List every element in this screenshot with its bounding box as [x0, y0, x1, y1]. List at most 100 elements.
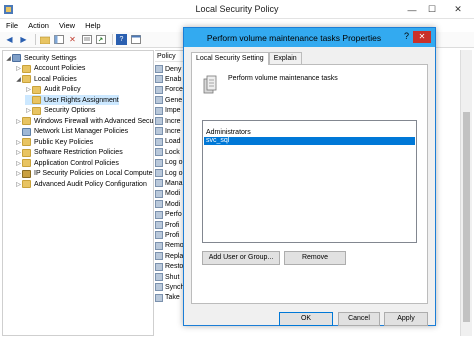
folder-icon — [22, 138, 31, 146]
policy-row[interactable]: Log o — [155, 168, 183, 178]
tree-item[interactable]: ▷ Windows Firewall with Advanced Secu — [15, 116, 153, 126]
tree-item[interactable]: ▷ Advanced Audit Policy Configuration — [15, 179, 147, 189]
tree-item[interactable]: ▷ Security Options — [25, 106, 95, 116]
tree-item[interactable]: ◢ Local Policies — [15, 74, 77, 84]
tree-expander-icon[interactable]: ▷ — [15, 139, 22, 146]
policy-row[interactable]: Remo — [155, 241, 183, 251]
tree-item-label: IP Security Policies on Local Compute — [34, 170, 153, 177]
policy-item-icon — [155, 106, 163, 115]
policy-row[interactable]: Deny — [155, 64, 183, 74]
tree-item-label: Advanced Audit Policy Configuration — [34, 180, 147, 188]
scrollbar-thumb[interactable] — [463, 112, 470, 322]
accounts-listbox[interactable]: Administrators svc_sql — [202, 120, 417, 243]
policy-row[interactable]: Log o — [155, 158, 183, 168]
tree-expander-icon[interactable]: ▷ — [25, 107, 32, 114]
tab-explain[interactable]: Explain — [268, 52, 302, 64]
policy-row[interactable]: Load — [155, 137, 183, 147]
policy-row-label: Lock — [165, 148, 180, 156]
cancel-button[interactable]: Cancel — [338, 312, 380, 326]
minimize-button[interactable]: — — [402, 0, 422, 19]
policy-row[interactable]: Impe — [155, 106, 183, 116]
tree-item[interactable]: Network List Manager Policies — [15, 127, 128, 137]
menu-view[interactable]: View — [59, 21, 75, 30]
menu-help[interactable]: Help — [85, 21, 100, 30]
forward-icon[interactable]: ▶ — [18, 34, 29, 45]
policy-row[interactable]: Modi — [155, 199, 183, 209]
policy-row[interactable]: Perfo — [155, 210, 183, 220]
menu-file[interactable]: File — [6, 21, 18, 30]
policy-row[interactable]: Synch — [155, 282, 183, 292]
policy-row[interactable]: Incre — [155, 116, 183, 126]
tree-item-label: Security Settings — [24, 54, 77, 62]
tree-item[interactable]: ▷ Application Control Policies — [15, 158, 119, 168]
delete-icon[interactable]: ✕ — [67, 34, 78, 45]
tree-expander-icon[interactable]: ▷ — [15, 65, 22, 72]
policy-row[interactable]: Profi — [155, 230, 183, 240]
list-item[interactable]: Administrators — [204, 129, 415, 137]
folder-icon — [22, 148, 31, 157]
policy-row[interactable]: Incre — [155, 126, 183, 136]
folder-icon — [22, 180, 31, 188]
dialog-help-button[interactable]: ? — [404, 31, 409, 41]
policy-row[interactable]: Shut — [155, 272, 183, 282]
policy-row[interactable]: Take — [155, 293, 183, 303]
tree-expander-icon[interactable]: ▷ — [15, 160, 22, 167]
tree-expander-icon[interactable]: ◢ — [15, 76, 22, 83]
add-user-or-group-button[interactable]: Add User or Group... — [202, 251, 280, 265]
export-icon[interactable] — [95, 34, 106, 45]
tree-item-label: Windows Firewall with Advanced Secu — [34, 117, 154, 125]
policy-row[interactable]: Resto — [155, 262, 183, 272]
policy-item-icon — [155, 117, 163, 125]
console-icon[interactable] — [130, 34, 141, 45]
tab-panel: Perform volume maintenance tasks Adminis… — [191, 64, 428, 304]
show-hide-tree-icon[interactable] — [53, 34, 64, 45]
tree-item[interactable]: User Rights Assignment — [25, 95, 119, 105]
tree-item[interactable]: ▷ Audit Policy — [25, 85, 81, 95]
policy-row-label: Shut — [165, 273, 180, 281]
policy-row[interactable]: Profi — [155, 220, 183, 230]
tree-expander-icon[interactable]: ▷ — [15, 149, 22, 156]
tree-item-label: Network List Manager Policies — [34, 128, 129, 135]
menu-action[interactable]: Action — [28, 21, 49, 30]
policy-row[interactable]: Lock — [155, 147, 183, 157]
toolbar-separator — [112, 34, 113, 45]
policy-row[interactable]: Force — [155, 85, 183, 95]
tree-expander-icon[interactable]: ▷ — [15, 170, 22, 177]
apply-button[interactable]: Apply — [384, 312, 428, 326]
tree-item[interactable]: ▷ Account Policies — [15, 64, 85, 74]
tree-expander-icon[interactable]: ▷ — [15, 118, 22, 125]
properties-icon[interactable] — [81, 34, 92, 45]
tree-item-label: User Rights Assignment — [44, 96, 119, 104]
ok-button[interactable]: OK — [279, 312, 333, 326]
tab-local-security-setting[interactable]: Local Security Setting — [191, 52, 269, 65]
policy-row[interactable]: Repla — [155, 251, 183, 261]
policy-column-header[interactable]: Policy — [155, 51, 183, 62]
policy-row[interactable]: Mana — [155, 178, 183, 188]
list-item-selected[interactable]: svc_sql — [204, 137, 415, 145]
back-icon[interactable]: ◀ — [4, 34, 15, 45]
policy-name: Perform volume maintenance tasks — [228, 75, 338, 82]
tree-expander-icon[interactable]: ◢ — [5, 55, 12, 62]
tree-item[interactable]: ◢ Security Settings — [5, 53, 77, 63]
close-window-button[interactable]: ✕ — [442, 0, 474, 19]
tree-item[interactable]: ▷ IP Security Policies on Local Compute — [15, 169, 153, 179]
maximize-button[interactable]: ☐ — [422, 0, 442, 19]
up-folder-icon[interactable] — [39, 34, 50, 45]
policy-row[interactable]: Enab — [155, 74, 183, 84]
tree-expander-icon[interactable]: ▷ — [15, 181, 22, 188]
policy-row[interactable]: Modi — [155, 189, 183, 199]
properties-dialog: Perform volume maintenance tasks Propert… — [183, 27, 436, 326]
policy-row-label: Profi — [165, 231, 180, 239]
dialog-close-button[interactable]: ✕ — [413, 31, 431, 43]
remove-button[interactable]: Remove — [284, 251, 346, 265]
policy-list-scrollbar[interactable] — [460, 50, 472, 336]
tree-expander-icon[interactable]: ▷ — [25, 86, 32, 93]
policy-row[interactable]: Gene — [155, 95, 183, 105]
policy-row-label: Mana — [165, 179, 183, 187]
policy-row-label: Synch — [165, 283, 183, 291]
ipsec-icon — [22, 169, 31, 178]
tree-item[interactable]: ▷ Public Key Policies — [15, 137, 93, 147]
tree-item[interactable]: ▷ Software Restriction Policies — [15, 148, 123, 158]
help-icon[interactable]: ? — [116, 34, 127, 45]
folder-icon — [22, 64, 31, 73]
